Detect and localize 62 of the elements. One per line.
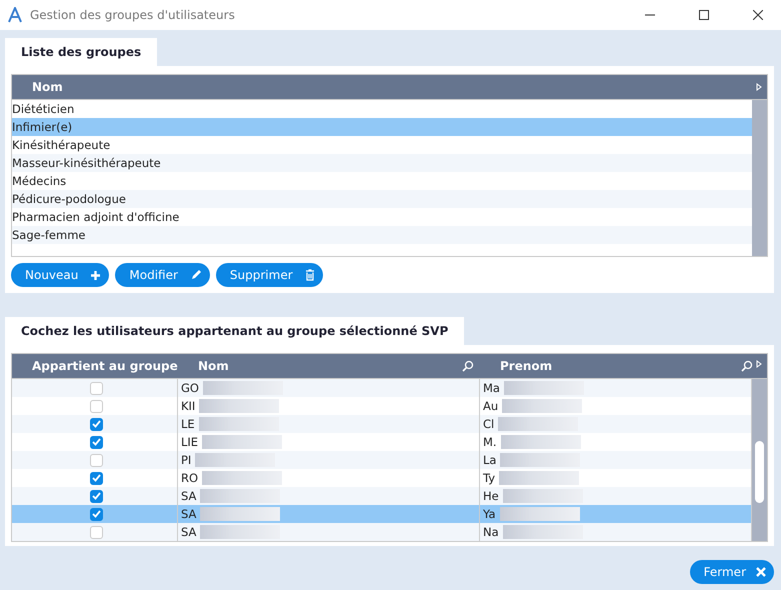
scrollbar[interactable] (752, 379, 767, 541)
close-dialog-button[interactable]: Fermer (690, 560, 774, 584)
table-cell: Na (483, 525, 499, 539)
close-icon (756, 567, 766, 577)
user-row[interactable]: SA Na (12, 523, 752, 541)
close-icon[interactable] (753, 10, 763, 20)
search-icon[interactable] (741, 360, 753, 372)
table-cell: LIE (181, 435, 198, 449)
table-cell: SA (181, 525, 196, 539)
table-cell: LE (181, 417, 195, 431)
action-button[interactable]: Nouveau (11, 263, 110, 287)
group-row[interactable]: Masseur-kinésithérapeute (12, 154, 752, 172)
column-header[interactable]: Nom (32, 80, 63, 94)
table-cell: RO (181, 471, 198, 485)
checkbox[interactable] (90, 382, 102, 394)
table-cell: PI (181, 453, 192, 467)
panel-tab[interactable]: Liste des groupes (5, 38, 158, 66)
plus-icon (90, 270, 102, 280)
user-row[interactable]: SA Ya (12, 505, 752, 523)
checkbox[interactable] (90, 490, 102, 502)
table-cell: La (483, 453, 496, 467)
checkbox[interactable] (90, 418, 102, 430)
trash-icon (304, 269, 315, 281)
column-header[interactable]: Nom (198, 359, 229, 373)
pencil-icon (190, 269, 202, 281)
table-cell: KII (181, 399, 196, 413)
user-row[interactable]: SA He (12, 487, 752, 505)
user-row[interactable]: GO Ma (12, 379, 752, 397)
column-menu-icon[interactable] (756, 83, 762, 91)
table-cell: Ya (483, 507, 496, 521)
column-header[interactable]: Prenom (500, 359, 552, 373)
user-row[interactable]: PI La (12, 451, 752, 469)
group-row[interactable]: Sage-femme (12, 226, 752, 244)
checkbox[interactable] (90, 526, 102, 538)
checkbox[interactable] (90, 508, 102, 520)
group-row[interactable]: Pédicure-podologue (12, 190, 752, 208)
scrollbar[interactable] (752, 100, 767, 256)
action-button[interactable]: Modifier (115, 263, 210, 287)
window-title: Gestion des groupes d'utilisateurs (30, 8, 236, 22)
table-cell: Ty (483, 471, 496, 485)
table-cell: M. (483, 435, 497, 449)
scrollbar-thumb[interactable] (755, 441, 764, 503)
app-logo-icon (8, 7, 22, 23)
table-cell: SA (181, 489, 196, 503)
table-cell: Cl (483, 417, 494, 431)
search-icon[interactable] (462, 360, 474, 372)
group-row[interactable]: Infimier(e) (12, 118, 752, 136)
checkbox[interactable] (90, 472, 102, 484)
table-cell: He (483, 489, 499, 503)
checkbox[interactable] (90, 400, 102, 412)
column-header[interactable]: Appartient au groupe (32, 359, 178, 373)
panel-tab[interactable]: Cochez les utilisateurs appartenant au groupe sélectionné SVP (5, 317, 464, 345)
column-menu-icon[interactable] (756, 360, 762, 368)
user-row[interactable]: LE Cl (12, 415, 752, 433)
table-cell: Au (483, 399, 498, 413)
table-cell: SA (181, 507, 196, 521)
table-cell: Ma (483, 381, 500, 395)
checkbox[interactable] (90, 454, 102, 466)
table-cell: GO (181, 381, 199, 395)
action-button[interactable]: Supprimer (216, 263, 323, 287)
checkbox[interactable] (90, 436, 102, 448)
maximize-icon[interactable] (699, 10, 709, 20)
